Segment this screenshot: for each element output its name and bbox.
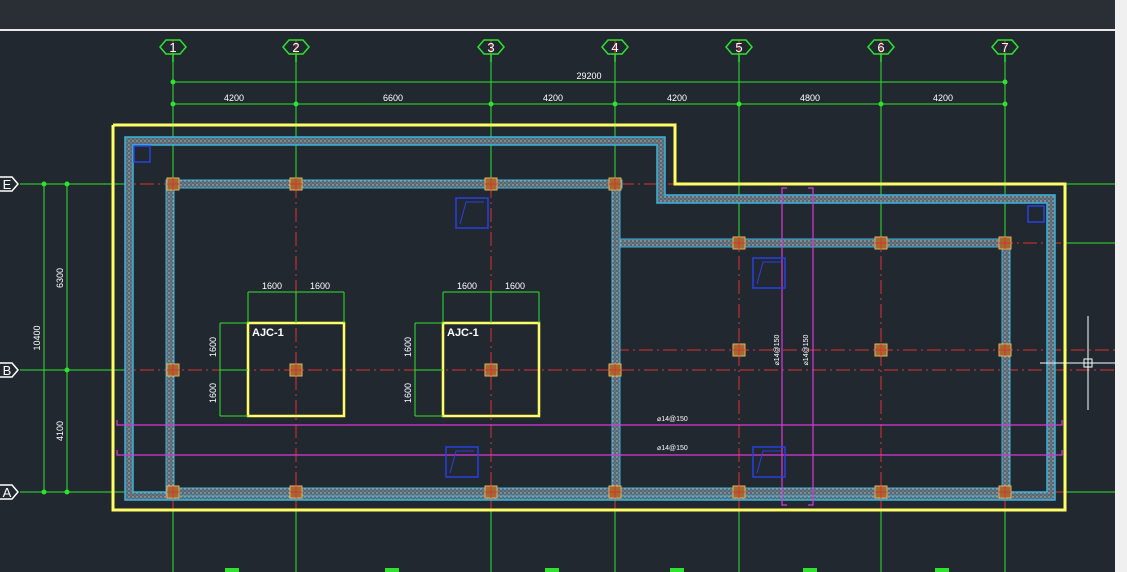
dim-tick [736,101,742,107]
pit-label: AJC-1 [252,327,284,339]
rebar-lines [116,187,1063,506]
pit-ajc1-left[interactable]: 1600 1600 1600 1600 AJC-1 [208,281,346,418]
row-grid-bubbles [0,176,19,500]
beam-axis-C[interactable] [619,238,1011,248]
dim-tick [878,101,884,107]
span-dimension-text: 4200 [543,93,563,103]
viewport-top-bar [0,0,1127,30]
beam-left-zone[interactable] [165,179,623,489]
rebar-note-horizontal-2: ⌀14@150 [657,445,688,452]
section-symbol-icon[interactable] [133,145,151,163]
grid-label-6: 6 [877,40,884,55]
section-symbol-icon[interactable] [752,446,786,478]
bottom-dimension-ticks [225,568,949,572]
rebar-note-vertical-1: ⌀14@150 [774,335,781,366]
grid-label-A: A [3,485,12,500]
dim-tick [41,489,47,495]
rebar-note-horizontal-1: ⌀14@150 [657,416,688,423]
section-symbol-icon[interactable] [752,257,786,289]
pit-top-dim-text: 1600 [457,281,477,291]
span-dimension-text: 4200 [224,93,244,103]
dim-tick [64,181,70,187]
left-dimension-chain [41,181,70,495]
pit-top-dim-text: 1600 [262,281,282,291]
dim-tick [41,181,47,187]
grid-label-E: E [3,177,12,192]
left-total-dimension-text: 10400 [32,325,42,350]
span-dimension-text: 6600 [383,93,403,103]
pit-label: AJC-1 [447,327,479,339]
grid-label-7: 7 [1001,40,1008,55]
grid-label-4: 4 [611,40,618,55]
dim-tick [488,101,494,107]
beam-axis-4[interactable] [611,183,621,497]
pit-side-dim-text: 1600 [208,337,218,357]
rebar-note-vertical-2: ⌀14@150 [803,335,810,366]
dim-tick [64,489,70,495]
viewport-border-right [1115,0,1127,572]
dim-tick [612,101,618,107]
section-symbol-icon[interactable] [1027,205,1045,223]
perimeter-wall[interactable] [124,136,1056,501]
span-dimension-text: 4200 [667,93,687,103]
dim-tick [64,367,70,373]
cad-drawing-canvas[interactable]: 29200 4200 6600 4200 4200 4800 4200 1040… [0,0,1127,572]
span-dimension-text: 4200 [933,93,953,103]
rebar-horizontal-1[interactable] [116,420,1063,426]
left-span-dimension-text: 4100 [55,421,65,441]
top-dimension-texts: 29200 4200 6600 4200 4200 4800 4200 [224,71,953,103]
grid-label-B: B [3,363,12,378]
section-symbol-icon[interactable] [455,197,489,229]
section-symbol-icon[interactable] [445,446,479,478]
column-grid-bubbles [159,39,1019,62]
grid-label-1: 1 [169,40,176,55]
dim-tick [170,79,176,85]
dimension-ticks [41,181,70,495]
row-grid-labels: E B A [3,177,12,500]
pit-ajc1-right[interactable]: 1600 1600 1600 1600 AJC-1 [403,281,541,418]
grid-label-5: 5 [735,40,742,55]
rebar-horizontal-2[interactable] [116,450,1063,456]
span-dimension-text: 4800 [800,93,820,103]
dim-tick [1002,101,1008,107]
left-span-dimension-text: 6300 [55,268,65,288]
pit-side-dim-text: 1600 [208,383,218,403]
dim-tick [1002,79,1008,85]
pit-dimension-lines [219,291,345,417]
pit-top-dim-text: 1600 [310,281,330,291]
overall-dimension-text: 29200 [576,71,601,81]
column-grid-labels: 1 2 3 4 5 6 7 [169,40,1008,55]
inner-beams [165,179,1011,497]
pit-dimension-lines [414,291,540,417]
pit-side-dim-text: 1600 [403,337,413,357]
dim-tick [293,101,299,107]
pit-top-dim-text: 1600 [505,281,525,291]
pit-side-dim-text: 1600 [403,383,413,403]
grid-label-2: 2 [292,40,299,55]
column-markers [166,177,1012,499]
grid-label-3: 3 [487,40,494,55]
dim-tick [170,101,176,107]
